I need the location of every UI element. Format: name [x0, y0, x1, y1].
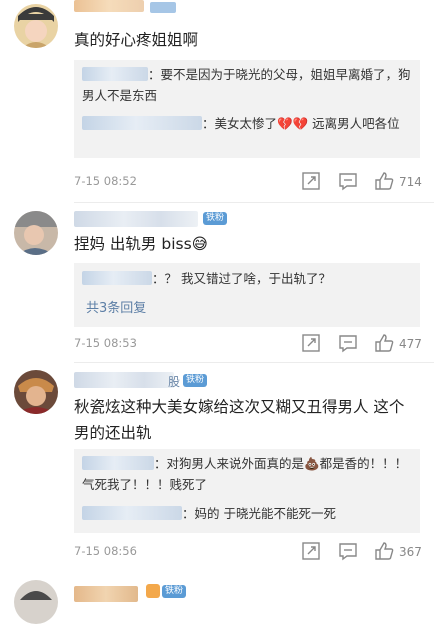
timestamp: 7-15 08:53	[74, 336, 137, 350]
comment-4: 铁粉	[0, 572, 434, 624]
reply-box: ：对狗男人来说外面真的是💩都是香的！！！气死我了！！！贱死了 ：妈的 于晓光能不…	[74, 449, 420, 533]
fan-badge: 铁粉	[203, 212, 228, 225]
divider	[74, 202, 434, 203]
reply-1: ：对狗男人来说外面真的是💩都是香的！！！气死我了！！！贱死了	[82, 453, 412, 495]
like-count: 714	[399, 175, 422, 189]
divider	[74, 362, 434, 363]
avatar[interactable]	[14, 370, 58, 414]
emoji-fragment	[146, 584, 160, 598]
comment-text: 捏妈 出轨男 biss😅	[74, 235, 208, 253]
view-more-replies-link[interactable]: 共3条回复	[86, 297, 146, 316]
like-count: 367	[399, 545, 422, 559]
share-icon[interactable]	[300, 170, 322, 192]
fan-badge: 铁粉	[183, 374, 208, 387]
avatar[interactable]	[14, 4, 58, 48]
reply-username-blurred[interactable]	[82, 506, 182, 520]
reply-box: ：要不是因为于晓光的父母，姐姐早离婚了，狗男人不是东西 ：美女太惨了💔💔 远离男…	[74, 60, 420, 158]
comment-icon[interactable]	[337, 170, 359, 192]
avatar-image	[14, 580, 58, 624]
reply-username-blurred[interactable]	[82, 271, 152, 285]
like-icon[interactable]	[373, 332, 395, 354]
comment-icon[interactable]	[337, 332, 359, 354]
comment-3: 股 铁粉 秋瓷炫这种大美女嫁给这次又糊又丑得男人 这个男的还出轨 ：对狗男人来说…	[0, 365, 434, 570]
username-blurred[interactable]	[74, 372, 174, 388]
comment-icon[interactable]	[337, 540, 359, 562]
share-icon[interactable]	[300, 332, 322, 354]
avatar-image	[14, 211, 58, 255]
reply-text: ：妈的 于晓光能不能死一死	[182, 506, 336, 521]
like-icon[interactable]	[373, 170, 395, 192]
comment-1: 真的好心疼姐姐啊 ：要不是因为于晓光的父母，姐姐早离婚了，狗男人不是东西 ：美女…	[0, 0, 434, 205]
reply-text: ：？ 我又错过了啥，于出轨了？	[152, 271, 331, 286]
avatar[interactable]	[14, 211, 58, 255]
avatar[interactable]	[14, 580, 58, 624]
avatar-image	[14, 370, 58, 414]
like-icon[interactable]	[373, 540, 395, 562]
comment-text: 真的好心疼姐姐啊	[74, 31, 199, 49]
avatar-image	[14, 4, 58, 48]
fan-badge: 铁粉	[162, 585, 187, 598]
reply-box: ：？ 我又错过了啥，于出轨了？ 共3条回复	[74, 263, 420, 327]
reply-text: ：美女太惨了💔💔 远离男人吧各位	[202, 116, 400, 131]
reply-username-blurred[interactable]	[82, 116, 202, 130]
reply-username-blurred[interactable]	[82, 456, 154, 470]
comment-text: 秋瓷炫这种大美女嫁给这次又糊又丑得男人 这个男的还出轨	[74, 398, 405, 442]
username-partial[interactable]: 股	[168, 373, 180, 390]
username-blurred[interactable]	[74, 211, 198, 227]
comment-2: 铁粉 捏妈 出轨男 biss😅 ：？ 我又错过了啥，于出轨了？ 共3条回复 7-…	[0, 205, 434, 363]
reply-1: ：？ 我又错过了啥，于出轨了？	[82, 268, 412, 289]
timestamp: 7-15 08:52	[74, 174, 137, 188]
share-icon[interactable]	[300, 540, 322, 562]
reply-username-blurred[interactable]	[82, 67, 148, 81]
reply-2: ：美女太惨了💔💔 远离男人吧各位	[82, 113, 412, 134]
like-count: 477	[399, 337, 422, 351]
reply-2: ：妈的 于晓光能不能死一死	[82, 503, 412, 524]
reply-1: ：要不是因为于晓光的父母，姐姐早离婚了，狗男人不是东西	[82, 64, 412, 106]
timestamp: 7-15 08:56	[74, 544, 137, 558]
